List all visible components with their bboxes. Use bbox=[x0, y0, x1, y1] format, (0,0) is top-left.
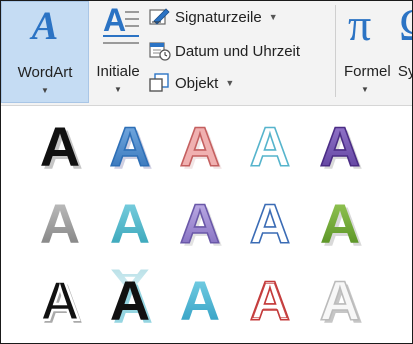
drop-cap-label: Initiale bbox=[96, 63, 140, 80]
svg-text:A: A bbox=[250, 192, 290, 255]
chevron-down-icon: ▼ bbox=[268, 12, 278, 22]
svg-text:A: A bbox=[110, 192, 150, 255]
svg-text:A: A bbox=[110, 269, 150, 332]
drop-cap-icon: A bbox=[103, 3, 139, 49]
date-time-icon bbox=[149, 41, 171, 61]
wordart-style-teal-reflection[interactable]: AA bbox=[95, 192, 165, 291]
symbol-icon: Ω bbox=[399, 1, 412, 49]
ribbon-text-group: A WordArt ▼ A Initiale ▼ Signaturzeile ▼… bbox=[1, 1, 412, 106]
object-button[interactable]: Objekt ▼ bbox=[149, 71, 234, 95]
svg-text:A: A bbox=[320, 269, 360, 332]
pi-icon: π bbox=[348, 0, 372, 50]
signature-line-label: Signaturzeile bbox=[175, 8, 262, 26]
wordart-style-gray-gradient[interactable]: A bbox=[25, 192, 95, 263]
svg-text:A: A bbox=[110, 115, 150, 178]
svg-text:A: A bbox=[40, 115, 80, 178]
object-label: Objekt bbox=[175, 74, 219, 92]
svg-text:A: A bbox=[320, 115, 360, 178]
svg-text:A: A bbox=[40, 269, 80, 332]
wordart-style-white-gray-shadow[interactable]: AA bbox=[305, 268, 375, 340]
chevron-down-icon: ▼ bbox=[225, 78, 235, 88]
svg-text:A: A bbox=[252, 272, 288, 329]
wordart-style-black-white-outline-shadow[interactable]: AA bbox=[25, 268, 95, 340]
wordart-style-black-fill-shadow[interactable]: AA bbox=[25, 115, 95, 186]
svg-text:A: A bbox=[40, 192, 80, 255]
wordart-style-black-teal-offset[interactable]: AA bbox=[95, 269, 165, 340]
date-time-label: Datum und Uhrzeit bbox=[175, 42, 301, 60]
wordart-style-white-outline-teal-glow[interactable]: A bbox=[235, 114, 305, 186]
wordart-style-teal-gradient[interactable]: A bbox=[165, 269, 235, 340]
chevron-down-icon: ▼ bbox=[114, 85, 122, 94]
wordart-icon: A bbox=[31, 3, 59, 48]
equation-label: Formel bbox=[344, 63, 391, 80]
svg-text:A: A bbox=[180, 115, 220, 178]
wordart-style-pink-fill-outline[interactable]: AA bbox=[165, 114, 235, 186]
wordart-label: WordArt bbox=[17, 64, 73, 81]
ribbon-separator bbox=[335, 5, 336, 97]
object-icon bbox=[149, 73, 171, 93]
wordart-style-lavender-bevel[interactable]: AA bbox=[165, 191, 235, 263]
svg-text:A: A bbox=[180, 269, 220, 332]
equation-button[interactable]: π Ω Formel Sy ▼ bbox=[338, 0, 412, 103]
wordart-style-blue-gradient[interactable]: AA bbox=[95, 114, 165, 186]
wordart-style-purple-bevel[interactable]: AA bbox=[305, 114, 375, 186]
drop-cap-button[interactable]: A Initiale ▼ bbox=[89, 1, 147, 103]
signature-line-icon bbox=[149, 7, 171, 27]
wordart-button[interactable]: A WordArt ▼ bbox=[1, 1, 89, 103]
signature-line-button[interactable]: Signaturzeile ▼ bbox=[149, 5, 278, 29]
svg-text:A: A bbox=[180, 192, 220, 255]
date-time-button[interactable]: Datum und Uhrzeit bbox=[149, 39, 300, 63]
symbol-label: Sy bbox=[397, 63, 412, 80]
wordart-gallery: AAAAAAAAAAAAAAAAAAAAAAAAAA bbox=[1, 106, 412, 343]
svg-text:A: A bbox=[250, 115, 290, 178]
chevron-down-icon: ▼ bbox=[41, 86, 49, 95]
wordart-style-green-gradient[interactable]: AA bbox=[305, 192, 375, 263]
insert-text-panel: A WordArt ▼ A Initiale ▼ Signaturzeile ▼… bbox=[0, 0, 413, 344]
wordart-style-white-red-outline[interactable]: AA bbox=[235, 268, 305, 340]
chevron-down-icon: ▼ bbox=[361, 85, 369, 94]
svg-text:A: A bbox=[320, 192, 360, 255]
wordart-style-white-blue-outline[interactable]: A bbox=[235, 191, 305, 263]
